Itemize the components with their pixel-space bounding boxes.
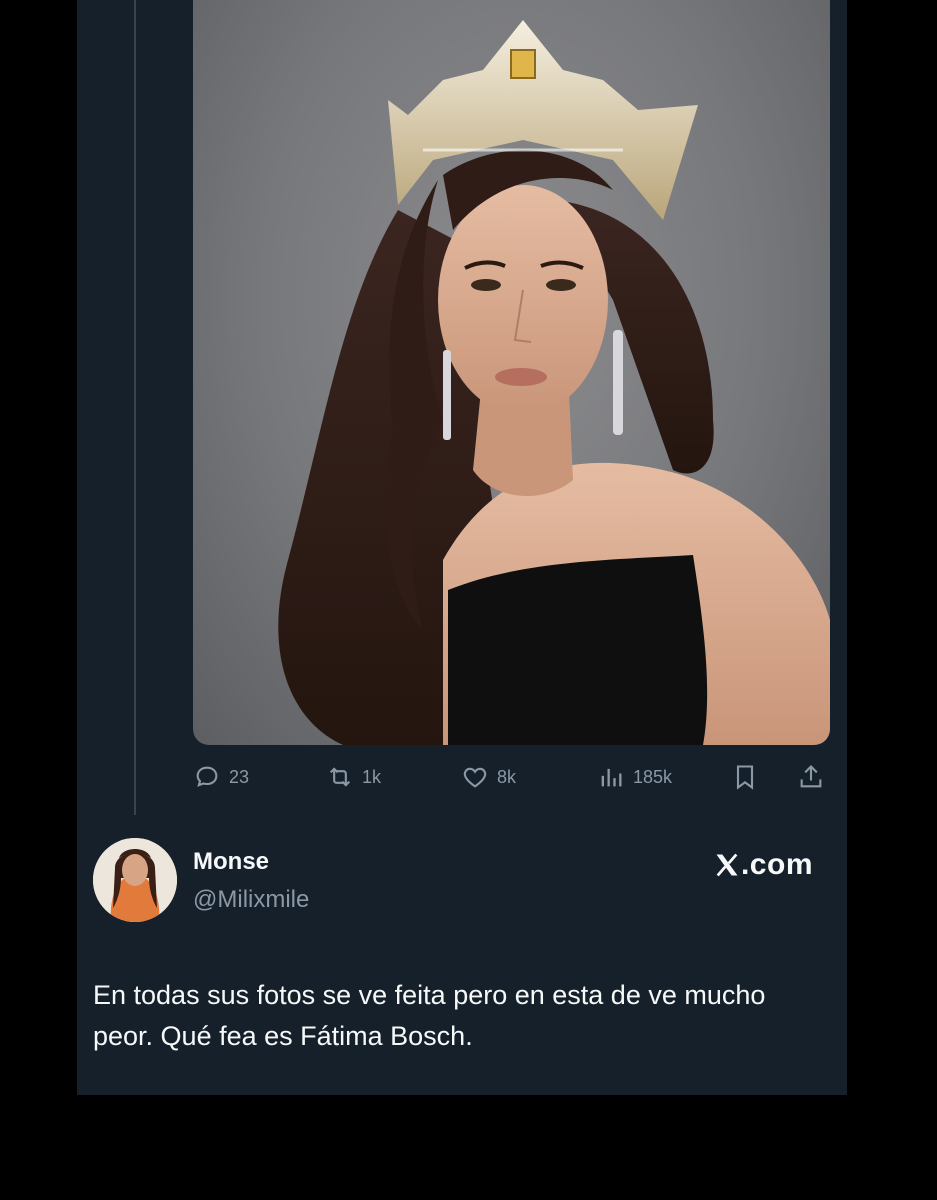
tweet-text: En todas sus fotos se ve feita pero en e… (93, 980, 766, 1051)
thread-line (134, 0, 136, 815)
avatar-image (93, 838, 177, 922)
like-icon (463, 767, 487, 788)
views-icon (601, 768, 622, 787)
bookmark-button[interactable] (731, 760, 767, 794)
share-icon (800, 765, 822, 788)
reply-icon (196, 766, 218, 787)
x-brand: .com (713, 848, 813, 882)
retweet-button[interactable]: 1k (326, 760, 381, 794)
author-name[interactable]: Monse (193, 848, 269, 876)
bookmark-icon (736, 765, 754, 790)
tweet-action-bar: 23 1k 8k 185k (193, 760, 830, 794)
brand-domain: .com (740, 848, 813, 881)
like-count: 8k (497, 767, 517, 787)
avatar[interactable] (93, 838, 177, 922)
share-button[interactable] (797, 760, 833, 794)
like-button[interactable]: 8k (461, 760, 516, 794)
author-handle[interactable]: @Milixmile (193, 886, 309, 914)
reply-count: 23 (229, 767, 250, 787)
tweet-photo[interactable] (193, 0, 830, 745)
views-count: 185k (633, 767, 673, 787)
retweet-icon (329, 767, 351, 787)
reply-button[interactable]: 23 (193, 760, 249, 794)
retweet-count: 1k (362, 767, 382, 787)
portrait-image (278, 20, 830, 745)
views-button[interactable]: 185k (597, 760, 672, 794)
tweet-author: Monse @Milixmile .com (93, 838, 833, 928)
x-logo-icon (716, 853, 738, 877)
